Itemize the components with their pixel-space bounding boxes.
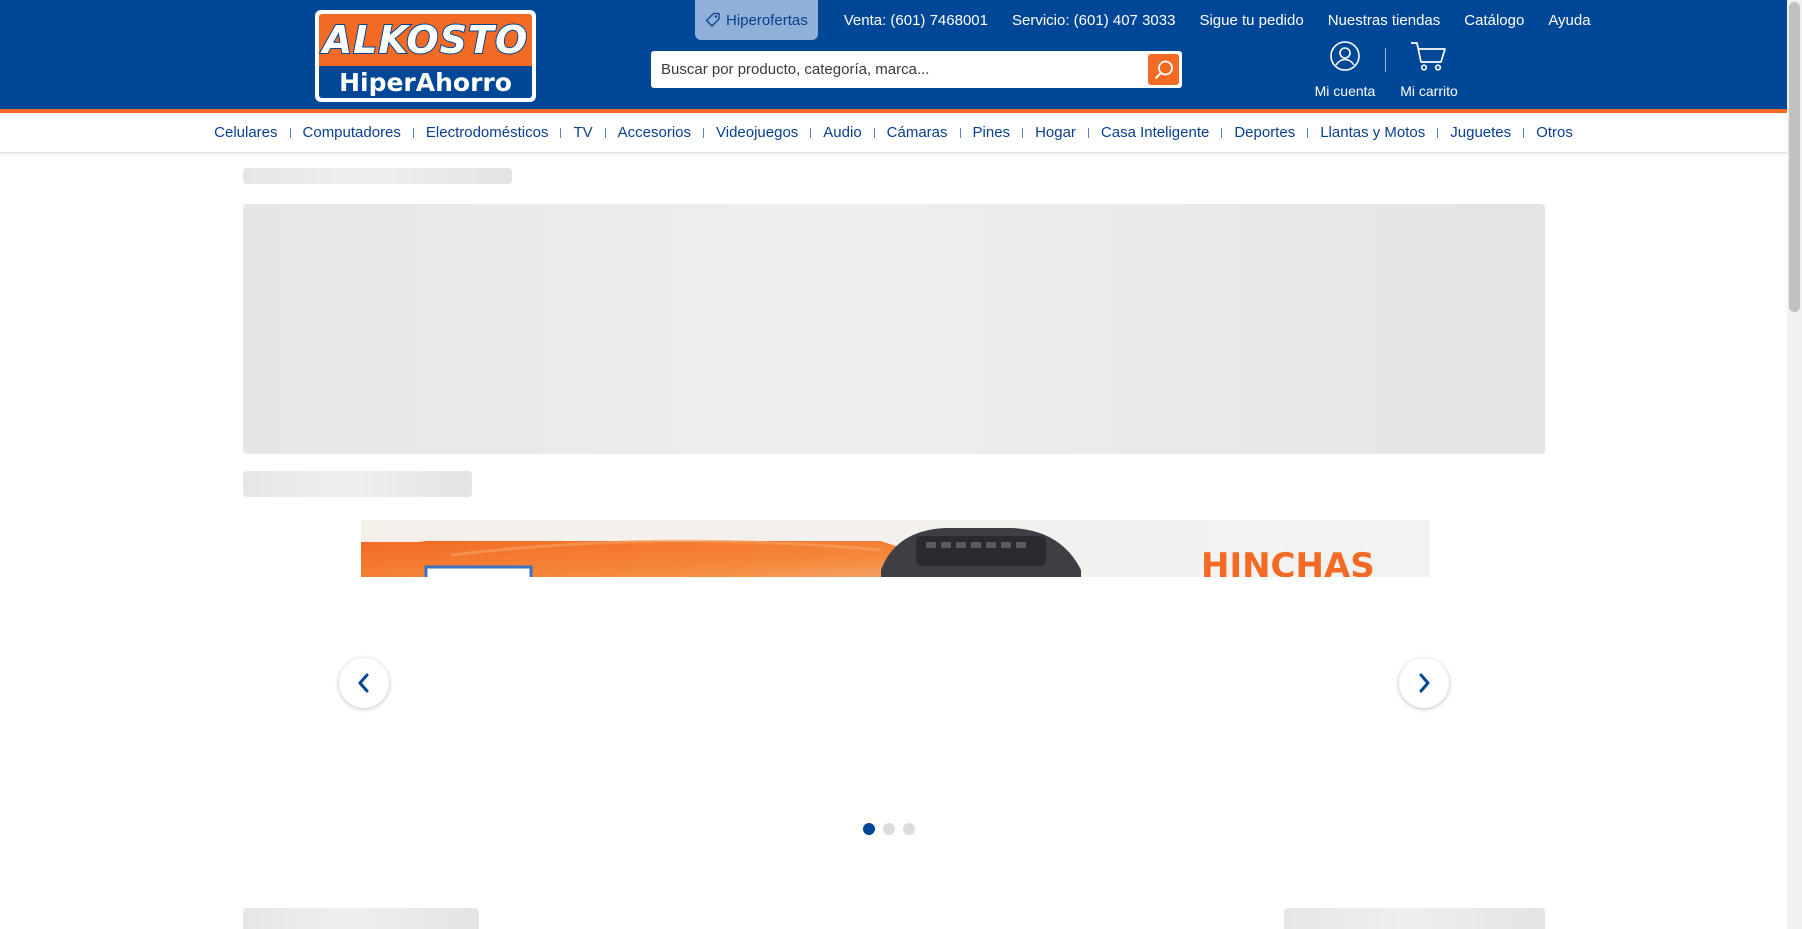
skeleton-title [243, 168, 512, 184]
carousel-next-button[interactable] [1399, 658, 1449, 708]
search-icon [1154, 60, 1173, 79]
carousel-dots [863, 823, 915, 835]
venta-phone-link[interactable]: Venta: (601) 7468001 [832, 0, 1000, 40]
account-button[interactable]: Mi cuenta [1310, 40, 1380, 99]
logo-top: ALKOSTO [319, 14, 532, 66]
carousel-dot-3[interactable] [903, 823, 915, 835]
category-tv[interactable]: TV [561, 124, 604, 141]
category-celulares[interactable]: Celulares [202, 124, 289, 141]
servicio-phone-link[interactable]: Servicio: (601) 407 3033 [1000, 0, 1187, 40]
page: ALKOSTO HiperAhorro Hiperofertas Venta: … [0, 0, 1802, 929]
search-input[interactable] [651, 51, 1141, 88]
skeleton-section-right [1284, 908, 1545, 929]
promo-banner[interactable]: HINCHAS [361, 520, 1430, 577]
cart-label: Mi carrito [1400, 83, 1458, 99]
category-llantas-y-motos[interactable]: Llantas y Motos [1308, 124, 1437, 141]
category-otros[interactable]: Otros [1524, 124, 1585, 141]
logo-top-text: ALKOSTO [322, 17, 529, 63]
user-circle-icon [1330, 41, 1360, 71]
nuestras-tiendas-link[interactable]: Nuestras tiendas [1316, 0, 1453, 40]
carousel-dot-1[interactable] [863, 823, 875, 835]
category-hogar[interactable]: Hogar [1023, 124, 1088, 141]
category-computadores[interactable]: Computadores [291, 124, 413, 141]
banner-image: HINCHAS [361, 520, 1430, 577]
alkosto-logo[interactable]: ALKOSTO HiperAhorro [315, 10, 536, 102]
account-label: Mi cuenta [1314, 83, 1376, 99]
cart-icon [1411, 42, 1446, 71]
header-divider [1385, 48, 1386, 72]
category-camaras[interactable]: Cámaras [875, 124, 960, 141]
skeleton-subtitle [243, 471, 472, 497]
sigue-tu-pedido-link[interactable]: Sigue tu pedido [1187, 0, 1315, 40]
page-scrollbar[interactable] [1787, 0, 1802, 929]
search-button[interactable] [1148, 54, 1179, 85]
hiperofertas-label: Hiperofertas [726, 11, 808, 29]
chevron-right-icon [1419, 673, 1430, 693]
chevron-left-icon [358, 673, 369, 693]
category-juguetes[interactable]: Juguetes [1438, 124, 1523, 141]
scrollbar-thumb[interactable] [1789, 2, 1800, 312]
category-deportes[interactable]: Deportes [1222, 124, 1307, 141]
category-pines[interactable]: Pines [961, 124, 1023, 141]
cart-button[interactable]: Mi carrito [1396, 40, 1462, 99]
carousel-prev-button[interactable] [339, 658, 389, 708]
search-bar [651, 51, 1182, 88]
site-header: ALKOSTO HiperAhorro Hiperofertas Venta: … [0, 0, 1787, 113]
carousel-dot-2[interactable] [883, 823, 895, 835]
category-casa-inteligente[interactable]: Casa Inteligente [1089, 124, 1221, 141]
hiperofertas-link[interactable]: Hiperofertas [695, 0, 818, 40]
logo-bottom: HiperAhorro [319, 66, 532, 98]
skeleton-section-left [243, 908, 479, 929]
banner-headline: HINCHAS [1201, 546, 1375, 577]
skeleton-hero [243, 204, 1545, 454]
category-audio[interactable]: Audio [811, 124, 873, 141]
top-nav: Hiperofertas Venta: (601) 7468001 Servic… [695, 0, 1603, 40]
tag-icon [705, 12, 720, 27]
catalogo-link[interactable]: Catálogo [1452, 0, 1536, 40]
category-accesorios[interactable]: Accesorios [606, 124, 703, 141]
ayuda-link[interactable]: Ayuda [1536, 0, 1602, 40]
category-nav: Celulares Computadores Electrodomésticos… [0, 113, 1787, 153]
category-videojuegos[interactable]: Videojuegos [704, 124, 810, 141]
logo-bottom-text: HiperAhorro [339, 67, 512, 97]
category-electrodomesticos[interactable]: Electrodomésticos [414, 124, 561, 141]
